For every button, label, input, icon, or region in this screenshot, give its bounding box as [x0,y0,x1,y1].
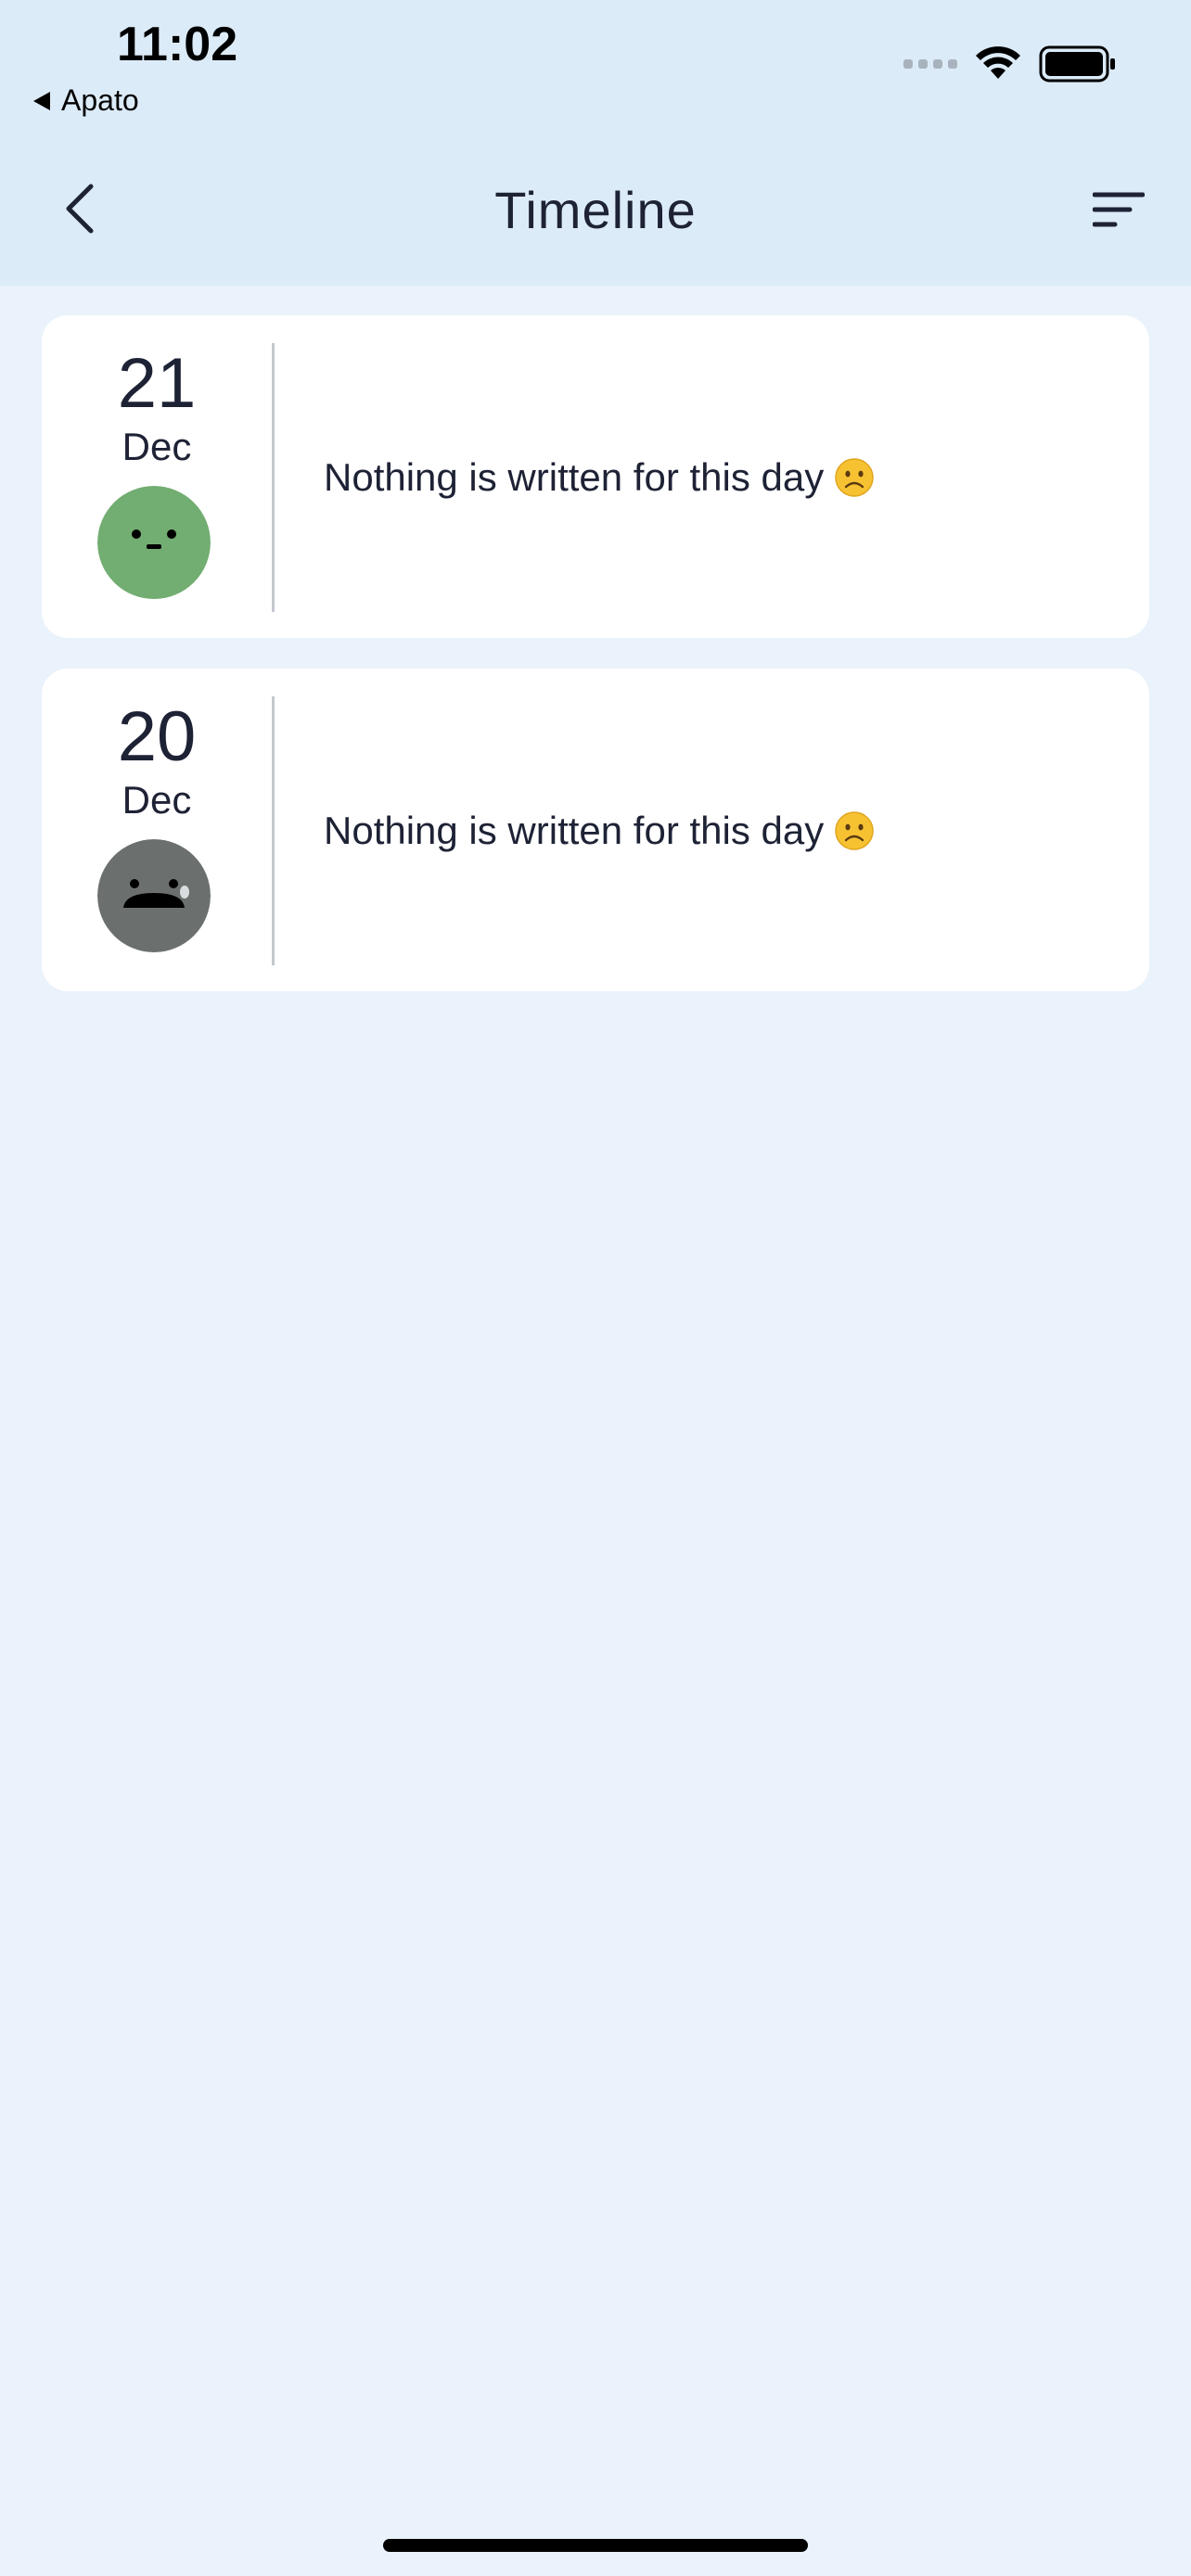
neutral-mood-icon [97,486,211,599]
entry-day: 21 [117,344,197,423]
status-icons [903,45,1117,83]
header-area: 11:02 Apato Timeline [0,0,1191,286]
sad-face-icon [835,458,874,497]
entry-text-label: Nothing is written for this day [324,809,825,852]
page-title: Timeline [494,181,697,239]
navigation-bar: Timeline [0,158,1191,260]
timeline-list: 21 Dec Nothing is written for this day 2… [42,315,1149,1022]
entry-month: Dec [122,778,192,822]
entry-text-label: Nothing is written for this day [324,455,825,499]
sad-face-icon [835,811,874,850]
timeline-entry-card[interactable]: 21 Dec Nothing is written for this day [42,315,1149,638]
timeline-entry-card[interactable]: 20 Dec Nothing is written for this day [42,669,1149,991]
entry-month: Dec [122,425,192,468]
back-to-app-link[interactable]: Apato [33,83,139,118]
wifi-icon [976,46,1020,79]
entry-text: Nothing is written for this day [324,808,874,854]
back-app-label: Apato [61,83,139,117]
status-time: 11:02 [117,18,238,71]
entry-date: 20 Dec [42,669,272,991]
entry-text: Nothing is written for this day [324,454,874,501]
sort-button[interactable] [1089,184,1148,236]
entry-day: 20 [117,697,197,776]
crying-mood-icon [97,839,211,952]
card-divider [272,343,275,612]
home-indicator[interactable] [383,2539,808,2552]
card-divider [272,696,275,965]
cellular-signal-icon [903,59,957,69]
battery-icon [1039,45,1115,83]
back-triangle-icon [33,91,50,110]
entry-date: 21 Dec [42,315,272,638]
sort-lines-icon [1093,192,1145,227]
